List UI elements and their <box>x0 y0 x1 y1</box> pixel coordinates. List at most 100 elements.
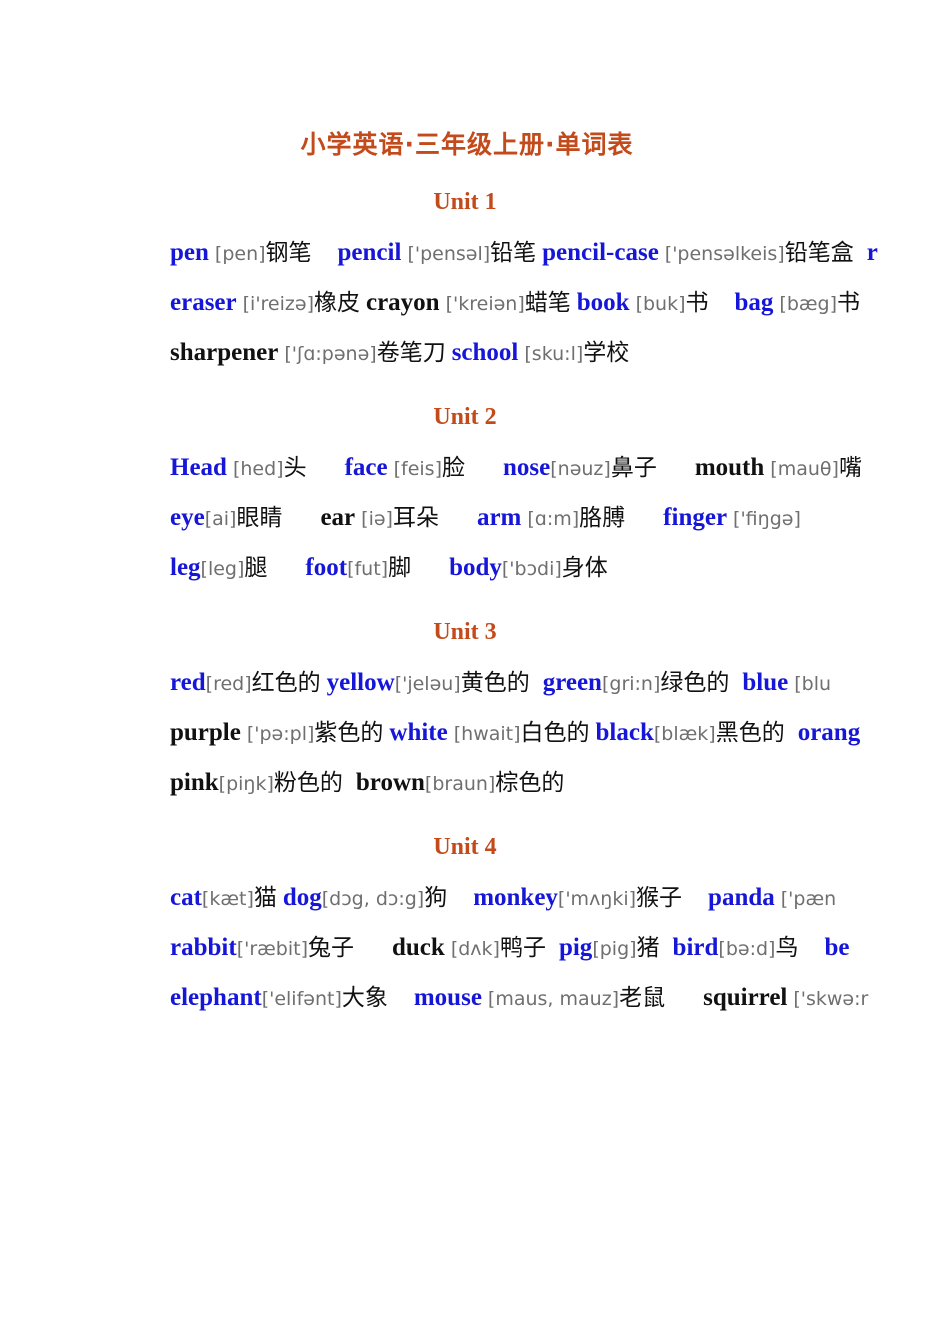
chinese-translation: 眼睛 <box>236 504 283 531</box>
word-line: eraser [i'reizə]橡皮 crayon ['kreiən]蜡笔 book [b… <box>0 278 950 328</box>
chinese-translation: 身体 <box>561 554 608 581</box>
vocab-word: panda <box>708 883 775 911</box>
vocab-word: pink <box>170 768 219 796</box>
chinese-translation: 红色的 <box>251 669 321 696</box>
chinese-translation: 黄色的 <box>460 669 530 696</box>
vocab-word: dog <box>282 883 322 911</box>
phonetic-transcription: [iə] <box>361 507 393 530</box>
phonetic-transcription: [leg] <box>200 557 245 580</box>
phonetic-transcription: ['fiŋgə] <box>733 507 801 530</box>
vocab-word: body <box>449 553 502 581</box>
vocab-word: Head <box>170 453 227 481</box>
phonetic-transcription: [dʌk] <box>450 937 500 960</box>
vocab-word: yellow <box>326 668 395 696</box>
word-line: elephant['elifənt]大象 mouse [maus, mauz]老鼠 s… <box>0 973 950 1023</box>
phonetic-transcription: ['bɔdi] <box>501 557 562 580</box>
unit-heading: Unit 1 <box>433 188 497 215</box>
chinese-translation: 嘴 <box>838 454 862 481</box>
phonetic-transcription: [sku:l] <box>524 342 584 365</box>
vocab-word: bag <box>734 288 774 316</box>
phonetic-transcription: [maus, mauz] <box>487 987 620 1010</box>
chinese-translation: 狗 <box>424 884 448 911</box>
chinese-translation: 大象 <box>341 984 388 1011</box>
vocab-word: monkey <box>473 883 558 911</box>
vocab-word: bird <box>672 933 719 961</box>
word-line: cat[kæt]猫 dog[dɔg, dɔ:g]狗 monkey['mʌŋki]猴子… <box>0 873 950 923</box>
phonetic-transcription: [bə:d] <box>718 937 776 960</box>
phonetic-transcription: [i'reizə] <box>242 292 314 315</box>
unit-heading: Unit 3 <box>433 618 497 645</box>
chinese-translation: 铅笔盒 <box>784 239 854 266</box>
phonetic-transcription: [pig] <box>592 937 637 960</box>
phonetic-transcription: [blæk] <box>653 722 716 745</box>
vocab-word: school <box>451 338 519 366</box>
chinese-translation: 脚 <box>388 554 412 581</box>
vocab-word: white <box>389 718 448 746</box>
chinese-translation: 橡皮 <box>313 289 360 316</box>
chinese-translation: 书 <box>837 289 861 316</box>
unit-heading: Unit 2 <box>433 403 497 430</box>
word-line: eye[ai]眼睛 ear [iə]耳朵 arm [ɑ:m]胳膊 finger ['fiŋg… <box>0 493 950 543</box>
phonetic-transcription: ['ræbit] <box>236 937 308 960</box>
phonetic-transcription: ['ʃɑ:pənə] <box>284 342 377 365</box>
chinese-translation: 老鼠 <box>619 984 666 1011</box>
phonetic-transcription: ['pæn <box>780 887 837 910</box>
phonetic-transcription: [ai] <box>204 507 237 530</box>
chinese-translation: 鸟 <box>775 934 799 961</box>
chinese-translation: 猪 <box>636 934 660 961</box>
document-content: 小学英语·三年级上册·单词表 Unit 1 pen [pen]钢笔 pencil ['p… <box>0 0 950 1023</box>
chinese-translation: 耳朵 <box>392 504 439 531</box>
phonetic-transcription: ['kreiən] <box>445 292 525 315</box>
chinese-translation: 脸 <box>442 454 465 481</box>
word-line: red[red]红色的 yellow['jeləu]黄色的 green[gri:n]… <box>0 658 950 708</box>
chinese-translation: 兔子 <box>308 934 354 961</box>
phonetic-transcription: ['pə:pl] <box>246 722 315 745</box>
vocab-word: blue <box>742 668 789 696</box>
chinese-translation: 绿色的 <box>660 669 730 696</box>
vocab-word: leg <box>170 553 201 581</box>
phonetic-transcription: [braun] <box>424 772 496 795</box>
vocab-word: brown <box>355 768 425 796</box>
vocab-word: book <box>576 288 630 316</box>
vocab-word: pencil-case <box>542 238 659 266</box>
chinese-translation: 黑色的 <box>715 719 785 746</box>
unit-list: Unit 1 pen [pen]钢笔 pencil ['pensəl]铅笔 pencil-… <box>0 159 950 1023</box>
phonetic-transcription: ['jeləu] <box>394 672 461 695</box>
chinese-translation: 猫 <box>253 884 277 911</box>
vocab-word: mouse <box>413 983 482 1011</box>
phonetic-transcription: [red] <box>205 672 252 695</box>
chinese-translation: 紫色的 <box>314 719 384 746</box>
phonetic-transcription: ['pensəlkeis] <box>664 242 785 265</box>
chinese-translation: 鼻子 <box>610 454 657 481</box>
word-line: rabbit['ræbit]兔子 duck [dʌk]鸭子 pig[pig]猪 bird… <box>0 923 950 973</box>
phonetic-transcription: [ɑ:m] <box>527 507 580 530</box>
word-line: sharpener ['ʃɑ:pənə]卷笔刀 school [sku:l]学校 <box>0 328 950 378</box>
phonetic-transcription: [kæt] <box>201 887 254 910</box>
phonetic-transcription: [pen] <box>214 242 266 265</box>
page-title: 小学英语·三年级上册·单词表 <box>300 130 634 159</box>
phonetic-transcription: [nəuz] <box>550 457 611 480</box>
phonetic-transcription: ['pensəl] <box>407 242 491 265</box>
vocab-word: r <box>866 238 878 266</box>
vocab-word: arm <box>476 503 522 531</box>
phonetic-transcription: [buk] <box>635 292 686 315</box>
vocab-word: nose <box>503 453 551 481</box>
word-line: purple ['pə:pl]紫色的 white [hwait]白色的 black[bl… <box>0 708 950 758</box>
vocab-word: finger <box>663 503 728 531</box>
chinese-translation: 铅笔 <box>490 239 537 266</box>
phonetic-transcription: [gri:n] <box>601 672 661 695</box>
chinese-translation: 学校 <box>583 339 630 366</box>
phonetic-transcription: [piŋk] <box>218 772 274 795</box>
chinese-translation: 头 <box>283 454 307 481</box>
phonetic-transcription: [dɔg, dɔ:g] <box>321 887 425 910</box>
vocab-word: duck <box>392 933 445 961</box>
chinese-translation: 白色的 <box>520 719 590 746</box>
phonetic-transcription: ['mʌŋki] <box>557 887 637 910</box>
vocab-word: green <box>542 668 602 696</box>
vocab-word: orang <box>797 718 861 746</box>
chinese-translation: 钢笔 <box>265 239 312 266</box>
vocab-word: purple <box>170 718 241 746</box>
vocab-word: black <box>595 718 654 746</box>
vocab-word: foot <box>305 553 348 581</box>
vocab-word: sharpener <box>170 338 279 366</box>
